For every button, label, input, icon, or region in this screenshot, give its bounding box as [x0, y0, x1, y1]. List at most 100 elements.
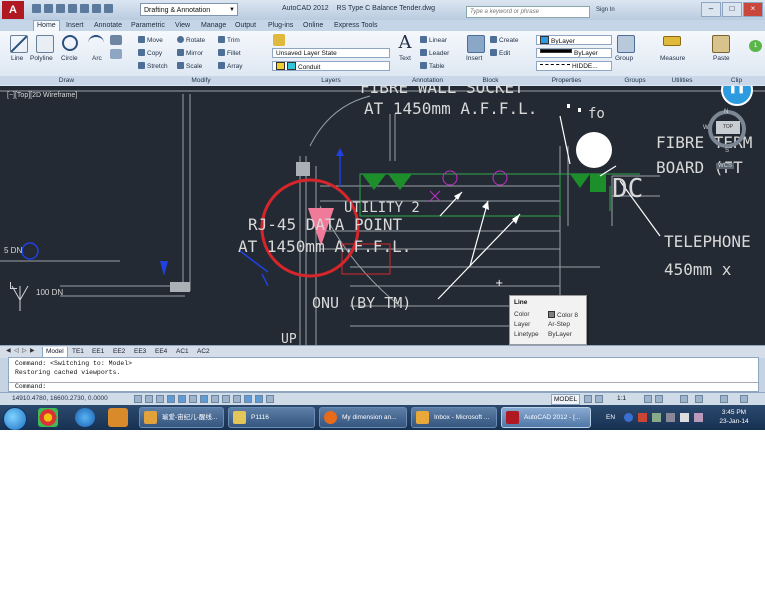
undo-icon[interactable]: [92, 4, 101, 13]
search-input[interactable]: Type a keyword or phrase: [466, 6, 590, 18]
sign-in-link[interactable]: Sign In: [596, 7, 615, 13]
line-icon[interactable]: [10, 35, 28, 53]
clipboard-panel-title[interactable]: Clip: [708, 76, 765, 85]
snap-mode-button[interactable]: [134, 395, 142, 403]
text-icon[interactable]: A: [397, 34, 413, 52]
layer-properties-icon[interactable]: [273, 34, 285, 46]
save-as-icon[interactable]: [68, 4, 77, 13]
command-line[interactable]: Command: <Switching to: Model> Restoring…: [8, 357, 759, 392]
layer-dropdown[interactable]: Conduit: [272, 61, 390, 71]
text-tool-label[interactable]: Text: [399, 55, 411, 62]
maximize-button[interactable]: □: [722, 2, 742, 17]
layout-tab-ee4[interactable]: EE4: [155, 347, 167, 357]
taskbar-item[interactable]: My dimension an...: [319, 407, 407, 428]
modify-panel-title[interactable]: Modify: [133, 76, 270, 85]
rectangle-icon[interactable]: [110, 49, 122, 59]
groups-panel-title[interactable]: Groups: [614, 76, 657, 85]
move-button[interactable]: Move: [138, 36, 163, 44]
lineweight-dropdown[interactable]: ByLayer: [536, 48, 612, 58]
line-tool-label[interactable]: Line: [11, 55, 23, 62]
linetype-dropdown[interactable]: HIDDE...: [536, 61, 612, 71]
language-indicator[interactable]: EN: [606, 414, 615, 421]
hatch-icon[interactable]: [110, 35, 122, 45]
redo-icon[interactable]: [104, 4, 113, 13]
flag-icon[interactable]: [652, 413, 661, 422]
tab-express-tools[interactable]: Express Tools: [334, 21, 377, 31]
layout-tab-ee1[interactable]: EE1: [92, 347, 104, 357]
selection-cycling-button[interactable]: [266, 395, 274, 403]
color-dropdown[interactable]: ByLayer: [536, 35, 612, 45]
taskbar-item[interactable]: Inbox - Microsoft ...: [411, 407, 497, 428]
drawing-canvas[interactable]: + [−][Top][2D Wireframe] FIBRE WALL SOCK…: [0, 86, 765, 345]
block-panel-title[interactable]: Block: [462, 76, 520, 85]
notification-badge[interactable]: 1: [749, 40, 762, 52]
copy-button[interactable]: Copy: [138, 49, 162, 57]
measure-icon[interactable]: [663, 36, 681, 46]
lineweight-button[interactable]: [233, 395, 241, 403]
draw-panel-title[interactable]: Draw: [0, 76, 134, 85]
close-button[interactable]: ×: [743, 2, 763, 17]
start-button[interactable]: [3, 407, 27, 430]
dynamic-input-button[interactable]: [222, 395, 230, 403]
tab-view[interactable]: View: [175, 21, 190, 31]
annotation-scale[interactable]: 1:1: [617, 395, 626, 402]
model-space-button[interactable]: MODEL: [551, 394, 581, 405]
tab-online[interactable]: Online: [303, 21, 323, 31]
layout-tab-ee2[interactable]: EE2: [113, 347, 125, 357]
tab-home[interactable]: Home: [33, 20, 60, 31]
tab-output[interactable]: Output: [235, 21, 256, 31]
viewcube[interactable]: TOP: [716, 121, 740, 134]
save-icon[interactable]: [56, 4, 65, 13]
object-snap-button[interactable]: [178, 395, 186, 403]
last-tab-arrow-icon[interactable]: ▶: [30, 348, 36, 355]
ucs-button[interactable]: [211, 395, 219, 403]
isolate-objects-button[interactable]: [720, 395, 728, 403]
tray-app-icon[interactable]: [694, 413, 703, 422]
utilities-panel-title[interactable]: Utilities: [656, 76, 709, 85]
system-clock[interactable]: 3:45 PM 23-Jan-14: [714, 408, 754, 426]
trim-button[interactable]: Trim: [218, 36, 240, 44]
circle-tool-label[interactable]: Circle: [61, 55, 78, 62]
arc-icon[interactable]: [88, 35, 104, 51]
help-icon[interactable]: [624, 413, 633, 422]
auto-scale-button[interactable]: [655, 395, 663, 403]
network-icon[interactable]: [666, 413, 675, 422]
linear-button[interactable]: Linear: [420, 36, 447, 44]
insert-tool-label[interactable]: Insert: [466, 55, 482, 62]
workspace-switching-button[interactable]: [680, 395, 688, 403]
tab-manage[interactable]: Manage: [201, 21, 226, 31]
annotation-visibility-button[interactable]: [644, 395, 652, 403]
internet-explorer-icon[interactable]: [75, 408, 95, 427]
group-icon[interactable]: [617, 35, 635, 53]
clean-screen-button[interactable]: [740, 395, 748, 403]
security-icon[interactable]: [638, 413, 647, 422]
mirror-button[interactable]: Mirror: [177, 49, 203, 57]
prev-tab-arrow-icon[interactable]: ◁: [14, 348, 20, 355]
polyline-icon[interactable]: [36, 35, 54, 53]
paste-icon[interactable]: [712, 35, 730, 53]
quick-view-drawings-button[interactable]: [595, 395, 603, 403]
tab-plug-ins[interactable]: Plug-ins: [268, 21, 293, 31]
3d-osnap-button[interactable]: [189, 395, 197, 403]
wcs-menu[interactable]: WCS: [716, 163, 734, 169]
layout-tab-ee3[interactable]: EE3: [134, 347, 146, 357]
scale-button[interactable]: Scale: [177, 62, 202, 70]
tab-annotate[interactable]: Annotate: [94, 21, 122, 31]
object-snap-tracking-button[interactable]: [200, 395, 208, 403]
compass-west[interactable]: W: [703, 125, 709, 131]
layer-state-dropdown[interactable]: Unsaved Layer State: [272, 48, 390, 58]
measure-tool-label[interactable]: Measure: [660, 55, 685, 62]
grid-display-button[interactable]: [145, 395, 153, 403]
media-player-icon[interactable]: [108, 408, 128, 427]
array-button[interactable]: Array: [218, 62, 243, 70]
tab-insert[interactable]: Insert: [66, 21, 84, 31]
quick-properties-button[interactable]: [255, 395, 263, 403]
taskbar-item[interactable]: AutoCAD 2012 - [...: [501, 407, 591, 428]
command-input[interactable]: Command:: [9, 382, 758, 392]
next-tab-arrow-icon[interactable]: ▷: [22, 348, 28, 355]
print-icon[interactable]: [80, 4, 89, 13]
rotate-button[interactable]: Rotate: [177, 36, 205, 44]
arc-tool-label[interactable]: Arc: [92, 55, 102, 62]
viewport-controls[interactable]: [−][Top][2D Wireframe]: [7, 92, 77, 99]
quick-view-layouts-button[interactable]: [584, 395, 592, 403]
